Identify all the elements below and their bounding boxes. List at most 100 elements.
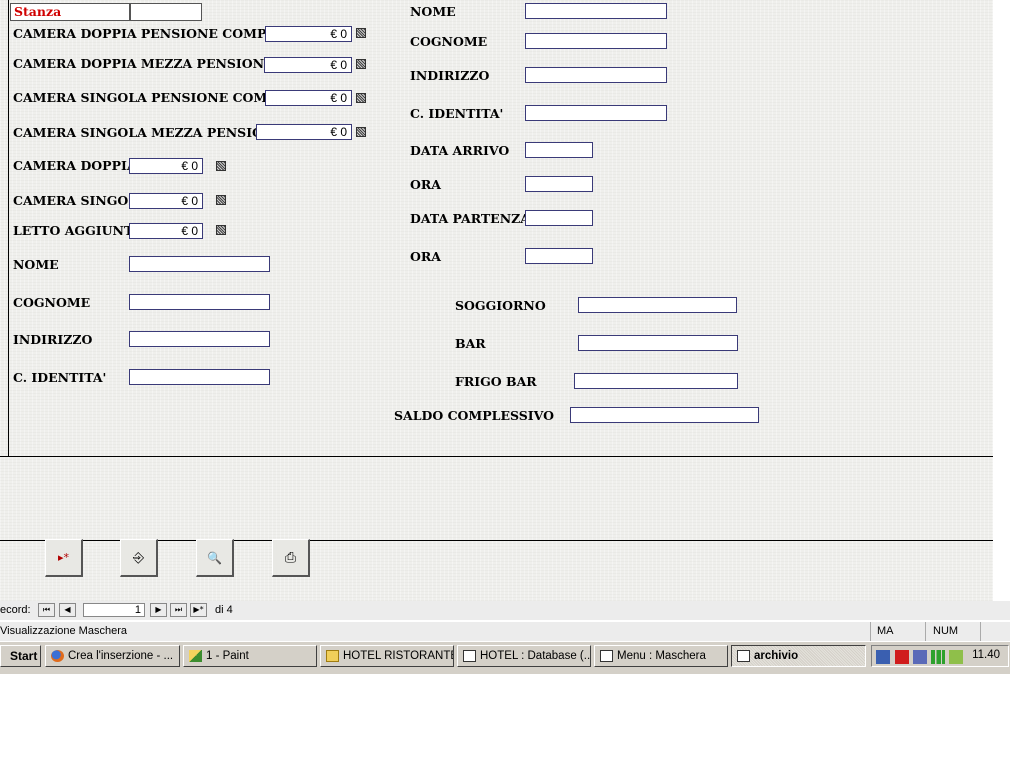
network-icon[interactable] — [876, 650, 890, 664]
status-panel-divider — [870, 622, 871, 641]
record-count: di 4 — [215, 604, 233, 616]
guest2-cognome-label: COGNOME — [410, 34, 488, 49]
rate-checkbox-singola[interactable] — [216, 195, 226, 205]
frigo-bar-label: FRIGO BAR — [455, 374, 537, 389]
saldo-complessivo-field[interactable] — [570, 407, 759, 423]
last-record-button[interactable]: ⏭ — [170, 603, 187, 617]
rate-field-singola[interactable]: € 0 — [129, 193, 203, 209]
rate-field-singola-pc[interactable]: € 0 — [265, 90, 352, 106]
rate-label-letto: LETTO AGGIUNTO — [13, 223, 145, 238]
taskbar-item-label: archivio — [754, 650, 799, 662]
rate-field-doppia-pc[interactable]: € 0 — [265, 26, 352, 42]
rate-label-doppia: CAMERA DOPPIA — [13, 158, 137, 173]
guest1-nome-field[interactable] — [129, 256, 270, 272]
new-record-nav-button[interactable]: ▶* — [190, 603, 207, 617]
bar-field[interactable] — [578, 335, 738, 351]
next-record-button[interactable]: ▶ — [150, 603, 167, 617]
stanza-field[interactable] — [130, 3, 202, 21]
start-button[interactable]: Start — [0, 645, 41, 667]
paint-icon — [189, 650, 202, 662]
guest1-indirizzo-label: INDIRIZZO — [13, 332, 93, 347]
new-record-button[interactable]: ▸* — [45, 539, 83, 577]
ora-arrivo-field[interactable] — [525, 176, 593, 192]
guest1-identita-field[interactable] — [129, 369, 270, 385]
guest2-identita-label: C. IDENTITA' — [410, 106, 504, 121]
guest2-nome-label: NOME — [410, 4, 456, 19]
bar-label: BAR — [455, 336, 486, 351]
record-label: ecord: — [0, 604, 31, 616]
guest1-cognome-field[interactable] — [129, 294, 270, 310]
exit-button[interactable]: ⎆ — [120, 539, 158, 577]
database-icon — [463, 650, 476, 662]
status-num: NUM — [933, 625, 959, 637]
signal-icon[interactable] — [931, 650, 945, 664]
ora-partenza-field[interactable] — [525, 248, 593, 264]
rate-field-singola-mp[interactable]: € 0 — [256, 124, 352, 140]
guest2-indirizzo-field[interactable] — [525, 67, 667, 83]
current-record-input[interactable]: 1 — [83, 603, 145, 617]
first-record-button[interactable]: ⏮ — [38, 603, 55, 617]
status-panel-divider — [980, 622, 981, 641]
taskbar-item-hotel-ristorante[interactable]: HOTEL RISTORANTE — [320, 645, 454, 667]
firefox-icon — [51, 650, 64, 662]
taskbar-item-archivio[interactable]: archivio — [731, 645, 866, 667]
rate-checkbox-singola-pc[interactable] — [356, 93, 366, 103]
record-navigator: ecord: ⏮ ◀ 1 ▶ ⏭ ▶* di 4 — [0, 601, 1010, 620]
frigo-bar-field[interactable] — [574, 373, 738, 389]
guest1-identita-label: C. IDENTITA' — [13, 370, 107, 385]
rate-checkbox-doppia[interactable] — [216, 161, 226, 171]
power-icon[interactable] — [949, 650, 963, 664]
stanza-label: Stanza — [10, 3, 130, 21]
ora-partenza-label: ORA — [410, 249, 441, 264]
taskbar-item-paint[interactable]: 1 - Paint — [183, 645, 317, 667]
new-record-icon: ▸* — [57, 551, 70, 564]
ora-arrivo-label: ORA — [410, 177, 441, 192]
taskbar-item-hotel-database[interactable]: HOTEL : Database (... — [457, 645, 591, 667]
soggiorno-label: SOGGIORNO — [455, 298, 546, 313]
data-arrivo-label: DATA ARRIVO — [410, 143, 510, 158]
folder-icon — [326, 650, 339, 662]
guest2-cognome-field[interactable] — [525, 33, 667, 49]
rate-checkbox-doppia-mp[interactable] — [356, 59, 366, 69]
prev-record-button[interactable]: ◀ — [59, 603, 76, 617]
guest2-indirizzo-label: INDIRIZZO — [410, 68, 490, 83]
status-text: Visualizzazione Maschera — [0, 625, 127, 637]
guest1-nome-label: NOME — [13, 257, 59, 272]
rate-field-letto[interactable]: € 0 — [129, 223, 203, 239]
guest2-nome-field[interactable] — [525, 3, 667, 19]
rate-label-doppia-mp: CAMERA DOPPIA MEZZA PENSIONE — [13, 56, 274, 71]
rate-field-doppia[interactable]: € 0 — [129, 158, 203, 174]
exit-door-icon: ⎆ — [132, 549, 145, 566]
taskbar-item-label: HOTEL : Database (... — [480, 650, 591, 662]
rate-label-singola: CAMERA SINGOLA — [13, 193, 147, 208]
record-selector-edge — [8, 0, 9, 456]
soggiorno-field[interactable] — [578, 297, 737, 313]
status-panel-divider — [925, 622, 926, 641]
form-icon — [600, 650, 613, 662]
guest1-indirizzo-field[interactable] — [129, 331, 270, 347]
status-bar: Visualizzazione Maschera MA NUM — [0, 621, 1010, 642]
adobe-icon[interactable] — [895, 650, 909, 664]
clock[interactable]: 11.40 — [972, 649, 1000, 661]
data-arrivo-field[interactable] — [525, 142, 593, 158]
system-tray: 11.40 — [871, 645, 1009, 667]
printer-icon: ⎙ — [284, 549, 297, 566]
binoculars-icon: 🔍 — [207, 550, 222, 565]
search-button[interactable]: 🔍 — [196, 539, 234, 577]
rate-checkbox-letto[interactable] — [216, 225, 226, 235]
print-button[interactable]: ⎙ — [272, 539, 310, 577]
window-edge — [993, 0, 1024, 601]
network-disconnected-icon[interactable] — [913, 650, 927, 664]
rate-checkbox-doppia-pc[interactable] — [356, 28, 366, 38]
taskbar-item-label: Crea l'inserzione - ... — [68, 650, 174, 662]
rate-label-doppia-pc: CAMERA DOPPIA PENSIONE COMPLETA — [13, 26, 304, 41]
rate-field-doppia-mp[interactable]: € 0 — [264, 57, 352, 73]
guest2-identita-field[interactable] — [525, 105, 667, 121]
taskbar-item-firefox[interactable]: Crea l'inserzione - ... — [45, 645, 180, 667]
saldo-complessivo-label: SALDO COMPLESSIVO — [394, 408, 554, 423]
rate-checkbox-singola-mp[interactable] — [356, 127, 366, 137]
form-detail-divider — [0, 456, 993, 457]
data-partenza-field[interactable] — [525, 210, 593, 226]
guest1-cognome-label: COGNOME — [13, 295, 91, 310]
taskbar-item-menu-maschera[interactable]: Menu : Maschera — [594, 645, 728, 667]
